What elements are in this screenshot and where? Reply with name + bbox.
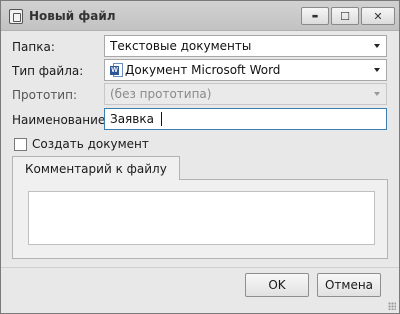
resize-grip-icon[interactable] bbox=[388, 302, 396, 310]
create-document-label: Создать документ bbox=[32, 137, 149, 151]
create-document-checkbox[interactable] bbox=[14, 137, 27, 151]
chevron-down-icon bbox=[374, 68, 380, 72]
prototype-select: (без прототипа) bbox=[104, 83, 387, 105]
chevron-down-icon bbox=[374, 44, 380, 48]
comment-tab-panel bbox=[12, 179, 388, 259]
prototype-label: Прототип: bbox=[12, 88, 77, 102]
chevron-down-icon bbox=[374, 92, 380, 96]
close-icon: ✕ bbox=[373, 9, 383, 23]
tab-comment[interactable]: Комментарий к файлу bbox=[12, 156, 180, 180]
folder-select-value: Текстовые документы bbox=[110, 39, 252, 53]
footer-divider bbox=[1, 267, 399, 268]
folder-select[interactable]: Текстовые документы bbox=[104, 35, 387, 57]
minimize-icon: ▬ bbox=[311, 12, 319, 20]
word-document-icon: W bbox=[110, 63, 123, 77]
name-input-value: Заявка bbox=[110, 112, 154, 126]
file-type-select-value: Документ Microsoft Word bbox=[125, 63, 281, 77]
folder-label: Папка: bbox=[12, 40, 55, 54]
ok-button[interactable]: OK bbox=[245, 273, 309, 297]
comment-textarea[interactable] bbox=[28, 191, 375, 245]
create-document-option[interactable]: Создать документ bbox=[14, 137, 149, 151]
window-controls: ▬ ☐ ✕ bbox=[299, 7, 395, 25]
prototype-select-value: (без прототипа) bbox=[110, 87, 212, 101]
text-caret bbox=[161, 112, 162, 126]
maximize-icon: ☐ bbox=[340, 9, 350, 23]
file-type-select-content: W Документ Microsoft Word bbox=[110, 63, 280, 77]
window-title: Новый файл bbox=[29, 9, 116, 23]
name-label: Наименование: bbox=[12, 113, 110, 127]
dialog-window: Новый файл ▬ ☐ ✕ Папка: Текстовые докуме… bbox=[0, 0, 400, 314]
app-icon bbox=[9, 9, 23, 24]
name-input[interactable]: Заявка bbox=[104, 108, 387, 130]
file-type-label: Тип файла: bbox=[12, 64, 84, 78]
close-button[interactable]: ✕ bbox=[361, 7, 395, 25]
cancel-button[interactable]: Отмена bbox=[317, 273, 381, 297]
minimize-button[interactable]: ▬ bbox=[301, 7, 329, 25]
title-bar[interactable]: Новый файл ▬ ☐ ✕ bbox=[1, 1, 399, 31]
tab-comment-label: Комментарий к файлу bbox=[25, 161, 167, 176]
file-type-select[interactable]: W Документ Microsoft Word bbox=[104, 59, 387, 81]
maximize-button[interactable]: ☐ bbox=[331, 7, 359, 25]
